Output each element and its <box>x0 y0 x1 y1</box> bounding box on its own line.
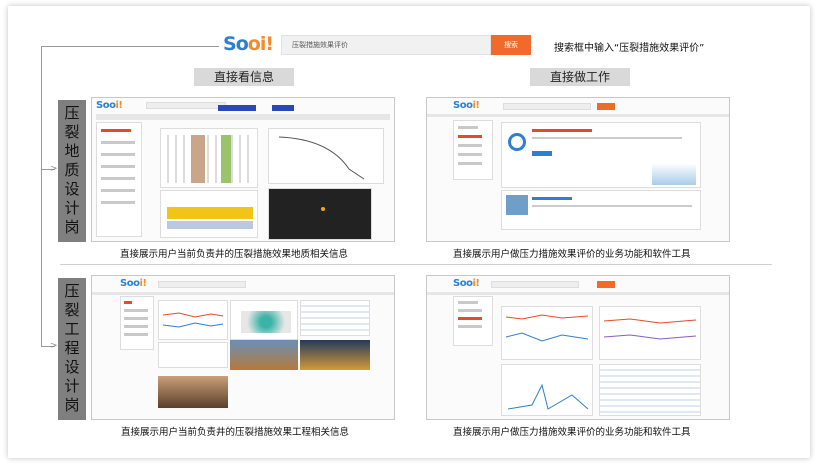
caption-engineering-info: 直接展示用户当前负责井的压裂措施效果工程相关信息 <box>121 427 350 438</box>
toolbar <box>427 114 729 117</box>
toolbar <box>96 114 390 120</box>
curve-chart <box>501 364 593 416</box>
chart-panel <box>158 300 228 340</box>
soo-logo: Sooi! <box>223 33 274 55</box>
row-label-geology: 压裂地质设计岗 <box>58 100 86 242</box>
mini-logo: Sooi! <box>453 100 480 111</box>
rig-photo-2 <box>300 340 370 370</box>
connector-top <box>41 46 219 47</box>
pressure-chart <box>501 306 593 360</box>
well-log-panel <box>160 128 258 188</box>
mini-search-button <box>597 281 615 288</box>
connector-vertical <box>41 46 42 346</box>
mini-search <box>503 103 591 110</box>
trajectory-panel <box>268 128 384 184</box>
toolbar <box>427 292 729 295</box>
left-list <box>96 122 142 237</box>
screenshot-geology-work: Sooi! <box>426 97 730 242</box>
rig-photo-1 <box>230 340 298 370</box>
screenshot-geology-info: Sooi! <box>91 97 395 242</box>
search-instruction: 搜索框中输入“压裂措施效果评价” <box>554 43 705 54</box>
caption-geology-work: 直接展示用户做压力措施效果评价的业务功能和软件工具 <box>453 249 691 260</box>
result-card <box>501 190 701 230</box>
rate-chart <box>599 306 701 360</box>
blue-tab-2 <box>272 105 294 111</box>
rig-photo-3 <box>158 376 228 408</box>
mini-logo: Sooi! <box>120 278 147 289</box>
search-input[interactable]: 压裂措施效果评价 <box>281 35 491 55</box>
data-table <box>599 364 701 416</box>
card-panel <box>158 342 228 368</box>
3d-view-panel <box>268 188 372 240</box>
toolbar <box>92 292 394 295</box>
table-panel <box>300 300 370 336</box>
row-divider <box>60 264 772 265</box>
right-column-header: 直接做工作 <box>530 68 630 86</box>
screenshot-engineering-info: Sooi! <box>91 275 395 420</box>
row-label-engineering: 压裂工程设计岗 <box>58 278 86 420</box>
left-nav <box>453 120 493 180</box>
mini-search <box>146 102 226 109</box>
mini-search-button <box>597 103 615 110</box>
arrow-row2-icon: > <box>50 341 58 351</box>
mini-search <box>491 281 579 288</box>
app-card <box>501 122 701 188</box>
left-column-header: 直接看信息 <box>194 68 294 86</box>
caption-engineering-work: 直接展示用户做压力措施效果评价的业务功能和软件工具 <box>453 427 691 438</box>
mini-logo: Sooi! <box>96 100 123 111</box>
mini-logo: Sooi! <box>453 278 480 289</box>
left-nav <box>120 296 154 350</box>
search-button[interactable]: 搜索 <box>491 35 531 55</box>
left-nav <box>453 296 493 346</box>
mini-search <box>158 281 246 288</box>
reservoir-panel <box>160 190 258 238</box>
screenshot-engineering-work: Sooi! <box>426 275 730 420</box>
arrow-row1-icon: > <box>50 164 58 174</box>
caption-geology-info: 直接展示用户当前负责井的压裂措施效果地质相关信息 <box>120 249 349 260</box>
blue-tab <box>218 105 256 111</box>
scatter-panel <box>230 300 298 340</box>
